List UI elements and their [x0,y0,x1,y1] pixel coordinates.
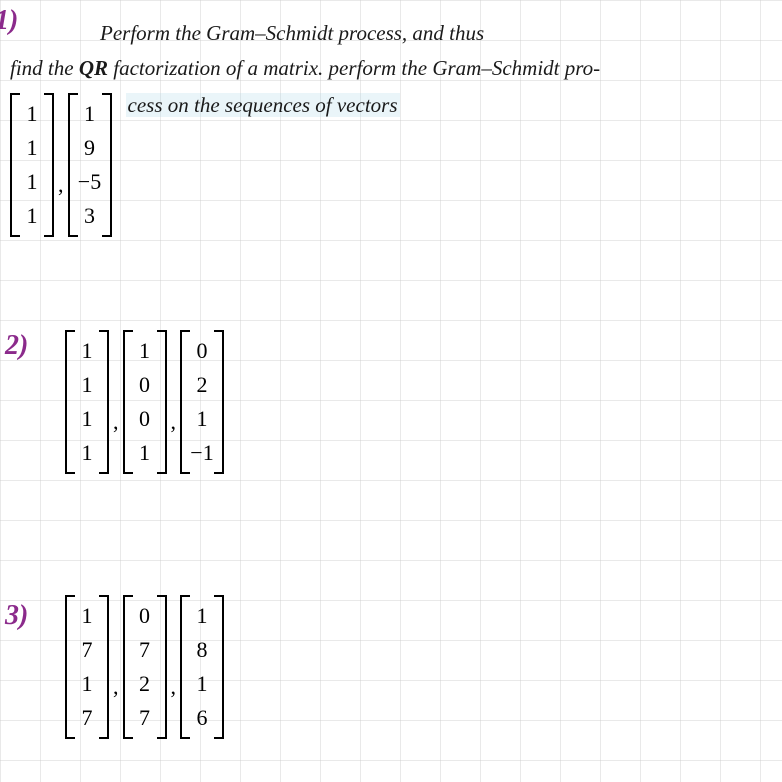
bracket-right [214,595,224,739]
comma: , [113,674,119,700]
p1-vector-2: 1 9 −5 3 [74,93,106,237]
problem-1-vectors: 1 1 1 1 , 1 9 −5 3 cess on the sequences… [10,93,772,237]
bracket-left [123,330,133,474]
problem-1-number: 1) [0,5,18,37]
problem-3-number: 3) [5,600,28,632]
instruction-inline: cess on the sequences of vectors [126,93,400,118]
bracket-left [180,330,190,474]
p2-vector-2: 1 0 0 1 [129,330,161,474]
bracket-right [214,330,224,474]
instruction-inline-text: cess on the sequences of vectors [126,93,400,117]
problem-2-vectors: 1 1 1 1 , 1 0 0 1 , 0 2 1 −1 [65,330,224,474]
p1-vector-1: 1 1 1 1 [16,93,48,237]
problem-2-number: 2) [5,330,28,362]
comma: , [58,172,64,198]
p3-vector-3: 1 8 1 6 [186,595,218,739]
comma: , [171,409,177,435]
bracket-left [65,595,75,739]
p3-vector-2: 0 7 2 7 [129,595,161,739]
bracket-left [68,93,78,237]
bracket-right [157,330,167,474]
bracket-left [180,595,190,739]
p2-vector-3: 0 2 1 −1 [186,330,218,474]
bracket-right [99,330,109,474]
bracket-left [10,93,20,237]
p2-vector-1: 1 1 1 1 [71,330,103,474]
comma: , [171,674,177,700]
instruction-part-b: factorization of a matrix. perform the G… [108,56,600,80]
problem-3-vectors: 1 7 1 7 , 0 7 2 7 , 1 8 1 6 [65,595,224,739]
instruction-line-1: Perform the Gram–Schmidt process, and th… [100,20,772,47]
bracket-right [157,595,167,739]
comma: , [113,409,119,435]
bracket-right [99,595,109,739]
bracket-right [102,93,112,237]
instruction-part-a: find the [10,56,79,80]
bracket-left [65,330,75,474]
p3-vector-1: 1 7 1 7 [71,595,103,739]
instruction-line-2: find the QR factorization of a matrix. p… [10,55,772,82]
instruction-QR: QR [79,56,108,80]
bracket-left [123,595,133,739]
document-content: 1) Perform the Gram–Schmidt process, and… [0,0,782,257]
bracket-right [44,93,54,237]
